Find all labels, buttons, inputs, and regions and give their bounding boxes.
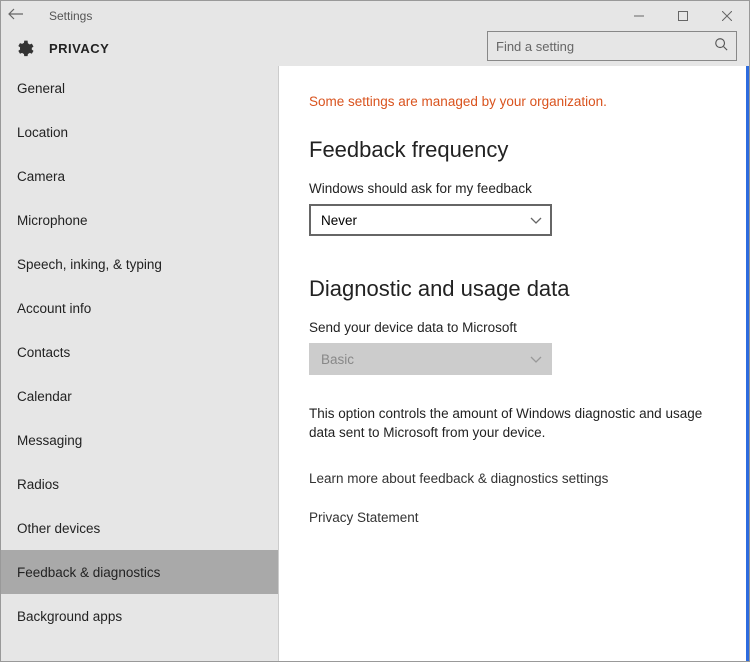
- sidebar-item-label: Other devices: [17, 521, 100, 536]
- search-input[interactable]: [496, 39, 714, 54]
- sidebar-item[interactable]: Calendar: [1, 374, 278, 418]
- sidebar-item-label: Calendar: [17, 389, 72, 404]
- sidebar-item-label: Radios: [17, 477, 59, 492]
- close-button[interactable]: [705, 1, 749, 31]
- header: PRIVACY: [1, 31, 749, 66]
- sidebar-item[interactable]: Radios: [1, 462, 278, 506]
- sidebar-item[interactable]: Messaging: [1, 418, 278, 462]
- sidebar-item[interactable]: Location: [1, 110, 278, 154]
- content: Some settings are managed by your organi…: [279, 66, 749, 661]
- window-controls: [617, 1, 749, 31]
- sidebar-item-label: Feedback & diagnostics: [17, 565, 160, 580]
- sidebar: General Location Camera Microphone Speech, i…: [1, 66, 279, 661]
- section-title: PRIVACY: [35, 41, 109, 56]
- sidebar-item-label: Location: [17, 125, 68, 140]
- minimize-button[interactable]: [617, 1, 661, 31]
- diagnostic-level-value: Basic: [321, 352, 354, 367]
- sidebar-item-label: General: [17, 81, 65, 96]
- feedback-frequency-select[interactable]: Never: [309, 204, 552, 236]
- feedback-label: Windows should ask for my feedback: [309, 181, 719, 196]
- privacy-statement-link[interactable]: Privacy Statement: [309, 510, 719, 525]
- diagnostic-label: Send your device data to Microsoft: [309, 320, 719, 335]
- sidebar-item[interactable]: Other devices: [1, 506, 278, 550]
- sidebar-item-label: Messaging: [17, 433, 82, 448]
- feedback-heading: Feedback frequency: [309, 137, 719, 163]
- titlebar: Settings: [1, 1, 749, 31]
- chevron-down-icon: [530, 213, 542, 228]
- sidebar-item[interactable]: Background apps: [1, 594, 278, 638]
- sidebar-item-label: Speech, inking, & typing: [17, 257, 162, 272]
- diagnostic-description: This option controls the amount of Windo…: [309, 405, 709, 443]
- learn-more-link[interactable]: Learn more about feedback & diagnostics …: [309, 471, 719, 486]
- sidebar-item[interactable]: Camera: [1, 154, 278, 198]
- maximize-button[interactable]: [661, 1, 705, 31]
- sidebar-item[interactable]: Account info: [1, 286, 278, 330]
- sidebar-item[interactable]: Feedback & diagnostics: [1, 550, 278, 594]
- back-button[interactable]: [1, 7, 31, 25]
- sidebar-item-label: Account info: [17, 301, 91, 316]
- chevron-down-icon: [530, 352, 542, 367]
- body: General Location Camera Microphone Speech, i…: [1, 66, 749, 661]
- diagnostic-level-select: Basic: [309, 343, 552, 375]
- sidebar-item-label: Contacts: [17, 345, 70, 360]
- sidebar-item[interactable]: Microphone: [1, 198, 278, 242]
- right-accent: [746, 66, 749, 661]
- org-notice: Some settings are managed by your organi…: [309, 94, 719, 109]
- sidebar-item[interactable]: Speech, inking, & typing: [1, 242, 278, 286]
- sidebar-item-label: Camera: [17, 169, 65, 184]
- diagnostic-heading: Diagnostic and usage data: [309, 276, 719, 302]
- search-icon: [714, 37, 728, 56]
- gear-icon: [13, 38, 35, 60]
- sidebar-item[interactable]: General: [1, 66, 278, 110]
- sidebar-item[interactable]: Contacts: [1, 330, 278, 374]
- sidebar-item-label: Background apps: [17, 609, 122, 624]
- sidebar-item-label: Microphone: [17, 213, 88, 228]
- feedback-frequency-value: Never: [321, 213, 357, 228]
- search-box[interactable]: [487, 31, 737, 61]
- window-title: Settings: [31, 9, 92, 23]
